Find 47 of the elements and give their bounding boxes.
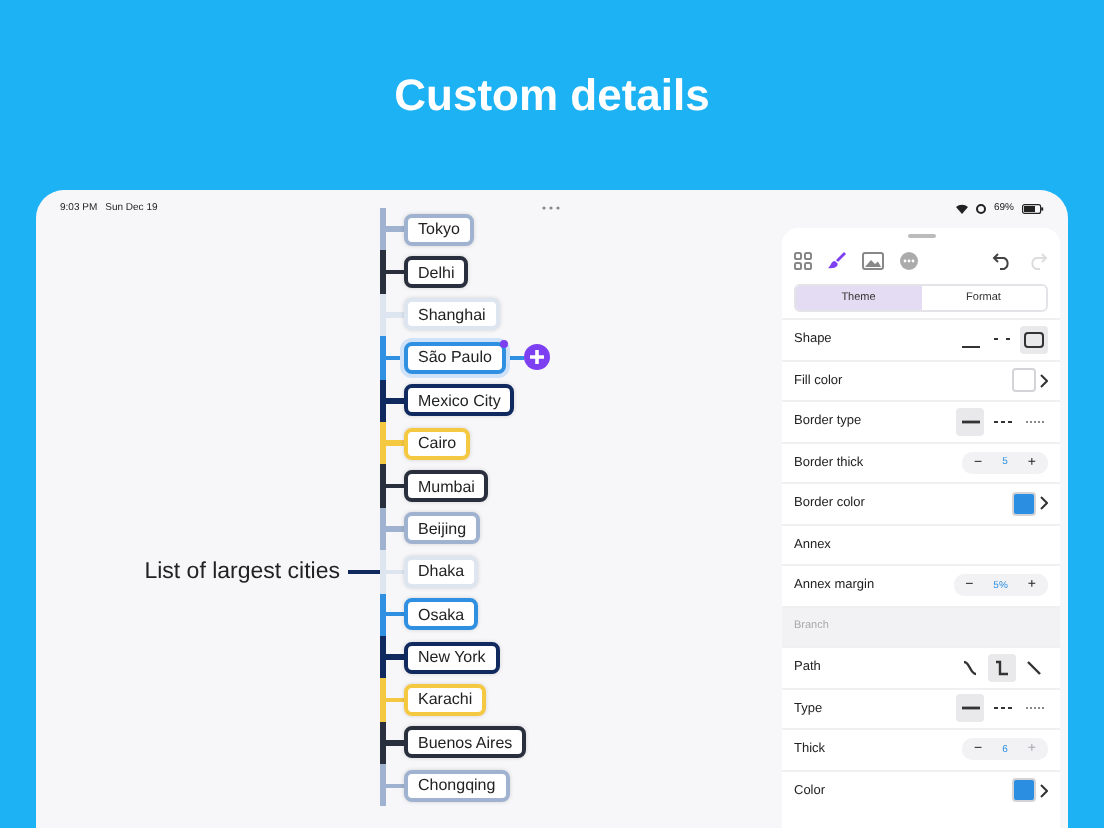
option-button[interactable]	[1020, 325, 1048, 354]
lock-rotation-icon	[975, 203, 986, 213]
topic-node[interactable]: Karachi	[404, 683, 487, 716]
option-button[interactable]	[988, 653, 1016, 682]
wifi-icon	[955, 203, 968, 213]
dotted-line-icon	[1025, 419, 1043, 424]
image-icon[interactable]	[862, 251, 884, 269]
color-swatch[interactable]	[1012, 491, 1036, 516]
brush-icon[interactable]	[828, 250, 846, 270]
dashes-icon	[993, 336, 1011, 343]
color-swatch[interactable]	[1012, 778, 1036, 803]
chevron-icon	[1040, 373, 1048, 388]
topic-node[interactable]: Mumbai	[404, 470, 489, 503]
topic-node[interactable]: Shanghai	[404, 298, 500, 331]
add-topic-icon[interactable]	[523, 344, 550, 371]
topic-node[interactable]: Tokyo	[404, 213, 474, 246]
battery-icon	[1022, 203, 1044, 213]
topic-node[interactable]: Osaka	[404, 598, 479, 631]
dashed-line-icon	[993, 419, 1011, 424]
root-topic[interactable]: List of largest cities	[144, 559, 340, 584]
underline-icon	[961, 346, 979, 349]
dashed-line-icon	[993, 706, 1011, 711]
topic-node[interactable]: New York	[404, 641, 500, 674]
topic-node[interactable]: Buenos Aires	[404, 726, 527, 759]
dotted-line-icon	[1025, 706, 1043, 711]
branch-line	[348, 569, 380, 575]
topic-node[interactable]: Delhi	[404, 256, 469, 289]
undo-icon[interactable]	[992, 251, 1012, 269]
topic-node[interactable]: Cairo	[404, 427, 471, 460]
option-button[interactable]	[956, 694, 984, 723]
solid-line-icon	[961, 706, 979, 711]
elbow-path-icon	[994, 659, 1010, 676]
headline: Custom details	[394, 69, 710, 121]
solid-line-icon	[961, 419, 979, 424]
topic-node[interactable]: Chongqing	[404, 769, 510, 802]
straight-path-icon	[1026, 659, 1042, 676]
topic-node[interactable]: Beijing	[404, 512, 481, 545]
topic-node[interactable]: Mexico City	[404, 384, 515, 417]
topic-node[interactable]: São Paulo	[404, 341, 506, 374]
curve-path-icon	[962, 659, 978, 676]
topic-node[interactable]: Dhaka	[404, 555, 479, 588]
rectangle-icon	[1024, 331, 1044, 348]
chevron-icon	[1040, 783, 1048, 798]
option-button[interactable]	[956, 407, 984, 436]
color-swatch[interactable]	[1012, 368, 1036, 393]
grid-icon[interactable]	[794, 251, 812, 269]
chevron-icon	[1040, 496, 1048, 511]
